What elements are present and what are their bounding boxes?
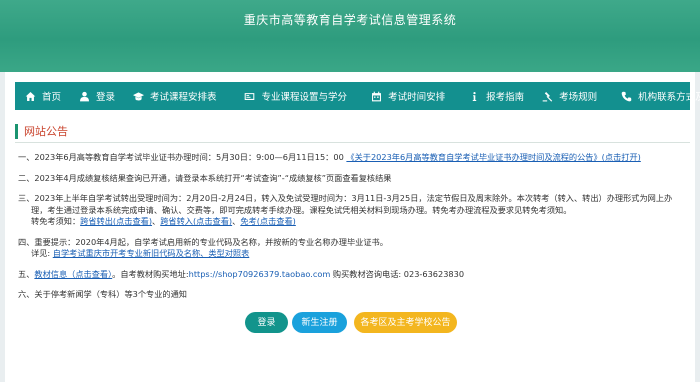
textbook-shop-url[interactable]: https://shop70926379.taobao.com xyxy=(189,269,331,279)
notice-5-text1: 。自考教材购买地址: xyxy=(112,268,189,279)
notice-4: 四、重要提示：2020年4月起，自学考试启用新的专业代码及名称，并按新的专业名称… xyxy=(18,237,678,260)
nav-label: 机构联系方式及公告 xyxy=(638,92,700,103)
notice-3: 三、2023年上半年自学考试转出受理时间为：2月20日-2月24日，转入及免试受… xyxy=(18,193,678,228)
nav-item-contacts[interactable]: 机构联系方式及公告 xyxy=(611,82,700,110)
notice-list: 一、2023年6月高等教育自学考试毕业证书办理时间：5月30日：9:00—6月1… xyxy=(18,152,678,310)
nav-item-guide[interactable]: 报考指南 xyxy=(459,82,532,110)
header-band: 重庆市高等教育自学考试信息管理系统 xyxy=(0,0,700,72)
textbook-info-link[interactable]: 教材信息（点击查看） xyxy=(34,269,112,279)
notice-3-line1: 三、2023年上半年自学考试转出受理时间为：2月20日-2月24日，转入及免试受… xyxy=(18,193,673,203)
notice-6-link[interactable]: 六、关于停考新闻学（专科）等3个专业的通知 xyxy=(18,289,187,299)
notice-2: 二、2023年4月成绩复核结果查询已开通，请登录本系统打开“考试查询”-“成绩复… xyxy=(18,173,678,185)
major-code-table-link[interactable]: 自学考试重庆市开考专业新旧代码及名称、类型对照表 xyxy=(53,248,250,258)
nav-label: 专业课程设置与学分 xyxy=(261,92,348,103)
notice-2-text: 二、2023年4月成绩复核结果查询已开通，请登录本系统打开“考试查询”-“成绩复… xyxy=(18,172,392,183)
main-nav: 首页 登录 考试课程安排表 专业课程设置与学分 考试时间安排 报考指南 考场规则… xyxy=(15,82,700,110)
exemption-link[interactable]: 免考(点击查看) xyxy=(240,216,296,226)
notice-3-links: 转免考须知：跨省转出(点击查看)、跨省转入(点击查看)、免考(点击查看) xyxy=(31,216,296,226)
nav-label: 考试课程安排表 xyxy=(150,92,217,103)
notices-divider xyxy=(15,142,690,143)
exam-office-notice-button[interactable]: 各考区及主考学校公告 xyxy=(354,312,457,333)
notice-5: 五、教材信息（点击查看）。自考教材购买地址:https://shop709263… xyxy=(18,268,465,279)
nav-item-major-courses[interactable]: 专业课程设置与学分 xyxy=(235,82,356,110)
notices-title: 网站公告 xyxy=(15,124,68,139)
site-title: 重庆市高等教育自学考试信息管理系统 xyxy=(243,13,457,27)
calendar-icon xyxy=(369,89,383,103)
notice-1: 一、2023年6月高等教育自学考试毕业证书办理时间：5月30日：9:00—6月1… xyxy=(18,152,678,164)
graduation-cap-icon xyxy=(131,89,145,103)
nav-label: 首页 xyxy=(42,92,62,103)
notice-4-line1: 四、重要提示：2020年4月起，自学考试启用新的专业代码及名称，并按新的专业名称… xyxy=(18,236,388,247)
notice-4-prefix: 详见: xyxy=(31,248,51,258)
phone-icon xyxy=(619,89,633,103)
transfer-in-link[interactable]: 跨省转入(点击查看) xyxy=(160,216,232,226)
transfer-out-link[interactable]: 跨省转出(点击查看) xyxy=(80,216,152,226)
notice-6: 六、关于停考新闻学（专科）等3个专业的通知 xyxy=(18,289,678,301)
id-card-icon xyxy=(243,89,257,103)
home-icon xyxy=(23,89,37,103)
notice-1-link[interactable]: 《关于2023年6月高等教育自学考试毕业证书办理时间及流程的公告》(点击打开) xyxy=(346,152,640,162)
nav-item-exam-rules[interactable]: 考场规则 xyxy=(532,82,605,110)
nav-item-home[interactable]: 首页 xyxy=(15,82,69,110)
gavel-icon xyxy=(540,89,554,103)
register-button[interactable]: 新生注册 xyxy=(292,312,347,333)
info-icon xyxy=(467,89,481,103)
login-button[interactable]: 登录 xyxy=(245,312,288,333)
nav-item-exam-time[interactable]: 考试时间安排 xyxy=(361,82,453,110)
notice-5-text2: 购买教材咨询电话: 023-63623830 xyxy=(330,268,465,279)
user-icon xyxy=(77,89,91,103)
nav-item-login[interactable]: 登录 xyxy=(69,82,123,110)
notice-4-line2: 详见: 自学考试重庆市开考专业新旧代码及名称、类型对照表 xyxy=(18,248,678,260)
nav-label: 报考指南 xyxy=(486,92,525,103)
action-buttons: 登录 新生注册 各考区及主考学校公告 xyxy=(5,312,695,334)
notice-1-text: 一、2023年6月高等教育自学考试毕业证书办理时间：5月30日：9:00—6月1… xyxy=(18,152,347,162)
nav-item-exam-schedule[interactable]: 考试课程安排表 xyxy=(123,82,225,110)
nav-label: 考试时间安排 xyxy=(388,92,446,103)
main-card: 首页 登录 考试课程安排表 专业课程设置与学分 考试时间安排 报考指南 考场规则… xyxy=(5,72,700,382)
notice-3-line2: 理，考生通过登录本系统完成申请、确认、交费等，即可完成转考手续办理。课程免试凭相… xyxy=(31,204,572,215)
nav-label: 考场规则 xyxy=(559,92,598,103)
notice-3-prefix: 转免考须知： xyxy=(31,216,81,226)
nav-label: 登录 xyxy=(96,92,116,103)
